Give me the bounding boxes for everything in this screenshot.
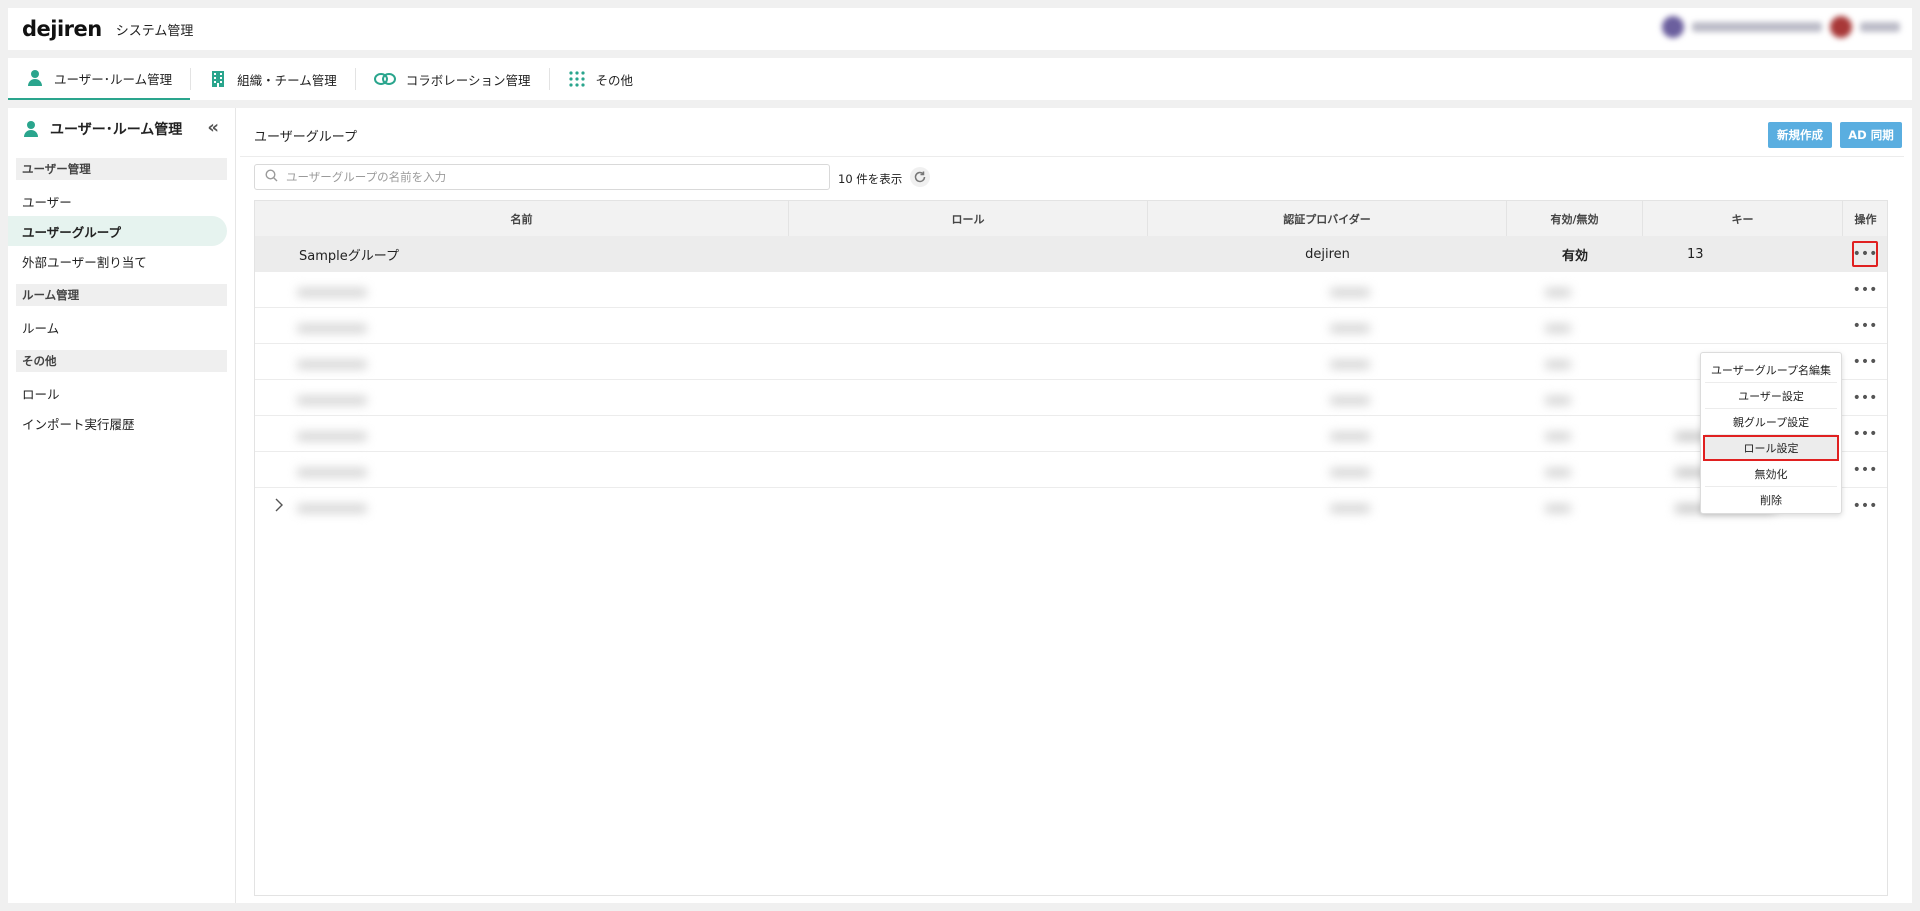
result-count: 10 件を表示 xyxy=(838,172,903,186)
user-avatar-icon xyxy=(1830,16,1852,38)
grid-icon xyxy=(568,70,586,88)
tab-user-room[interactable]: ユーザー･ルーム管理 xyxy=(8,58,191,100)
tab-org-team[interactable]: 組織・チーム管理 xyxy=(191,58,355,100)
ad-sync-button[interactable]: AD 同期 xyxy=(1840,122,1902,148)
column-header-actions: 操作 xyxy=(1854,213,1877,226)
sidebar-item-import-history[interactable]: インポート実行履歴 xyxy=(8,408,235,438)
user-icon xyxy=(26,69,44,87)
group-status: 有効 xyxy=(1561,248,1588,264)
sidebar-item-external-user-assign[interactable]: 外部ユーザー割り当て xyxy=(8,246,235,276)
row-action-menu-button[interactable]: ••• xyxy=(1852,457,1878,483)
main-tabs: ユーザー･ルーム管理 組織・チーム管理 コラボレーション管理 その他 xyxy=(8,58,1912,100)
column-header-role[interactable]: ロール xyxy=(789,201,1148,237)
sidebar-item-users[interactable]: ユーザー xyxy=(8,186,235,216)
header-divider xyxy=(240,156,1904,157)
link-icon xyxy=(373,70,396,88)
sidebar-item-roles[interactable]: ロール xyxy=(8,378,235,408)
sidebar-header: ユーザー･ルーム管理 « xyxy=(8,108,235,150)
sidebar-section-other: その他 xyxy=(16,350,227,372)
row-action-menu-button[interactable]: ••• xyxy=(1852,241,1878,267)
tab-other[interactable]: その他 xyxy=(550,58,652,100)
app-logo[interactable]: dejiren xyxy=(22,17,102,41)
group-name: Sampleグループ xyxy=(299,248,399,264)
system-title: システム管理 xyxy=(115,23,194,39)
search-icon xyxy=(265,168,278,186)
row-action-menu-button[interactable]: ••• xyxy=(1852,313,1878,339)
user-icon xyxy=(22,120,40,138)
content-area: ユーザーグループ 新規作成 AD 同期 10 件を表示 名前 ロール 認証プロバ… xyxy=(240,108,1904,903)
redacted-table-content xyxy=(285,274,1635,564)
user-area[interactable] xyxy=(1662,16,1900,38)
column-header-status[interactable]: 有効/無効 xyxy=(1507,201,1643,237)
tab-label: その他 xyxy=(595,72,634,88)
menu-item-parent-group-settings[interactable]: 親グループ設定 xyxy=(1705,409,1837,435)
new-button[interactable]: 新規作成 xyxy=(1768,122,1832,148)
row-action-menu-button[interactable]: ••• xyxy=(1852,277,1878,303)
table-header: 名前 ロール 認証プロバイダー 有効/無効 キー 操作 xyxy=(255,200,1887,237)
row-action-menu-button[interactable]: ••• xyxy=(1852,349,1878,375)
menu-item-user-settings[interactable]: ユーザー設定 xyxy=(1705,383,1837,409)
page-title: ユーザーグループ xyxy=(254,130,357,145)
building-icon xyxy=(209,70,227,88)
column-header-name[interactable]: 名前 xyxy=(255,201,789,237)
expand-chevron-icon[interactable] xyxy=(275,498,283,516)
refresh-icon[interactable] xyxy=(910,167,930,187)
menu-item-rename-group[interactable]: ユーザーグループ名編集 xyxy=(1705,357,1837,383)
tab-collaboration[interactable]: コラボレーション管理 xyxy=(356,58,549,100)
table-row[interactable]: Sampleグループ dejiren 有効 13 ••• xyxy=(255,236,1887,272)
group-provider: dejiren xyxy=(1305,246,1350,262)
search-box xyxy=(254,164,830,190)
collapse-sidebar-icon[interactable]: « xyxy=(207,119,219,137)
user-group-table: 名前 ロール 認証プロバイダー 有効/無効 キー 操作 Sampleグループ d… xyxy=(254,200,1888,896)
blurred-org-name xyxy=(1692,22,1822,32)
column-header-provider[interactable]: 認証プロバイダー xyxy=(1148,201,1507,237)
menu-item-role-settings[interactable]: ロール設定 xyxy=(1703,435,1839,461)
tab-label: 組織・チーム管理 xyxy=(237,72,337,88)
tab-label: コラボレーション管理 xyxy=(405,72,531,88)
sidebar-item-user-groups[interactable]: ユーザーグループ xyxy=(8,216,227,246)
search-input[interactable] xyxy=(286,170,806,184)
sidebar-item-rooms[interactable]: ルーム xyxy=(8,312,235,342)
row-context-menu: ユーザーグループ名編集 ユーザー設定 親グループ設定 ロール設定 無効化 削除 xyxy=(1700,352,1842,514)
sidebar: ユーザー･ルーム管理 « ユーザー管理 ユーザー ユーザーグループ 外部ユーザー… xyxy=(8,108,236,903)
top-header: dejiren システム管理 xyxy=(8,8,1912,50)
org-avatar-icon xyxy=(1662,16,1684,38)
sidebar-section-user: ユーザー管理 xyxy=(16,158,227,180)
row-action-menu-button[interactable]: ••• xyxy=(1852,421,1878,447)
column-header-key[interactable]: キー xyxy=(1643,201,1843,237)
tab-label: ユーザー･ルーム管理 xyxy=(54,71,173,87)
main-panel: ユーザー･ルーム管理 « ユーザー管理 ユーザー ユーザーグループ 外部ユーザー… xyxy=(8,108,1912,903)
row-action-menu-button[interactable]: ••• xyxy=(1852,493,1878,519)
blurred-user-name xyxy=(1860,22,1900,32)
menu-item-delete[interactable]: 削除 xyxy=(1705,487,1837,513)
row-action-menu-button[interactable]: ••• xyxy=(1852,385,1878,411)
menu-item-disable[interactable]: 無効化 xyxy=(1705,461,1837,487)
sidebar-section-room: ルーム管理 xyxy=(16,284,227,306)
group-key: 13 xyxy=(1687,246,1704,262)
sidebar-title: ユーザー･ルーム管理 xyxy=(50,122,183,138)
